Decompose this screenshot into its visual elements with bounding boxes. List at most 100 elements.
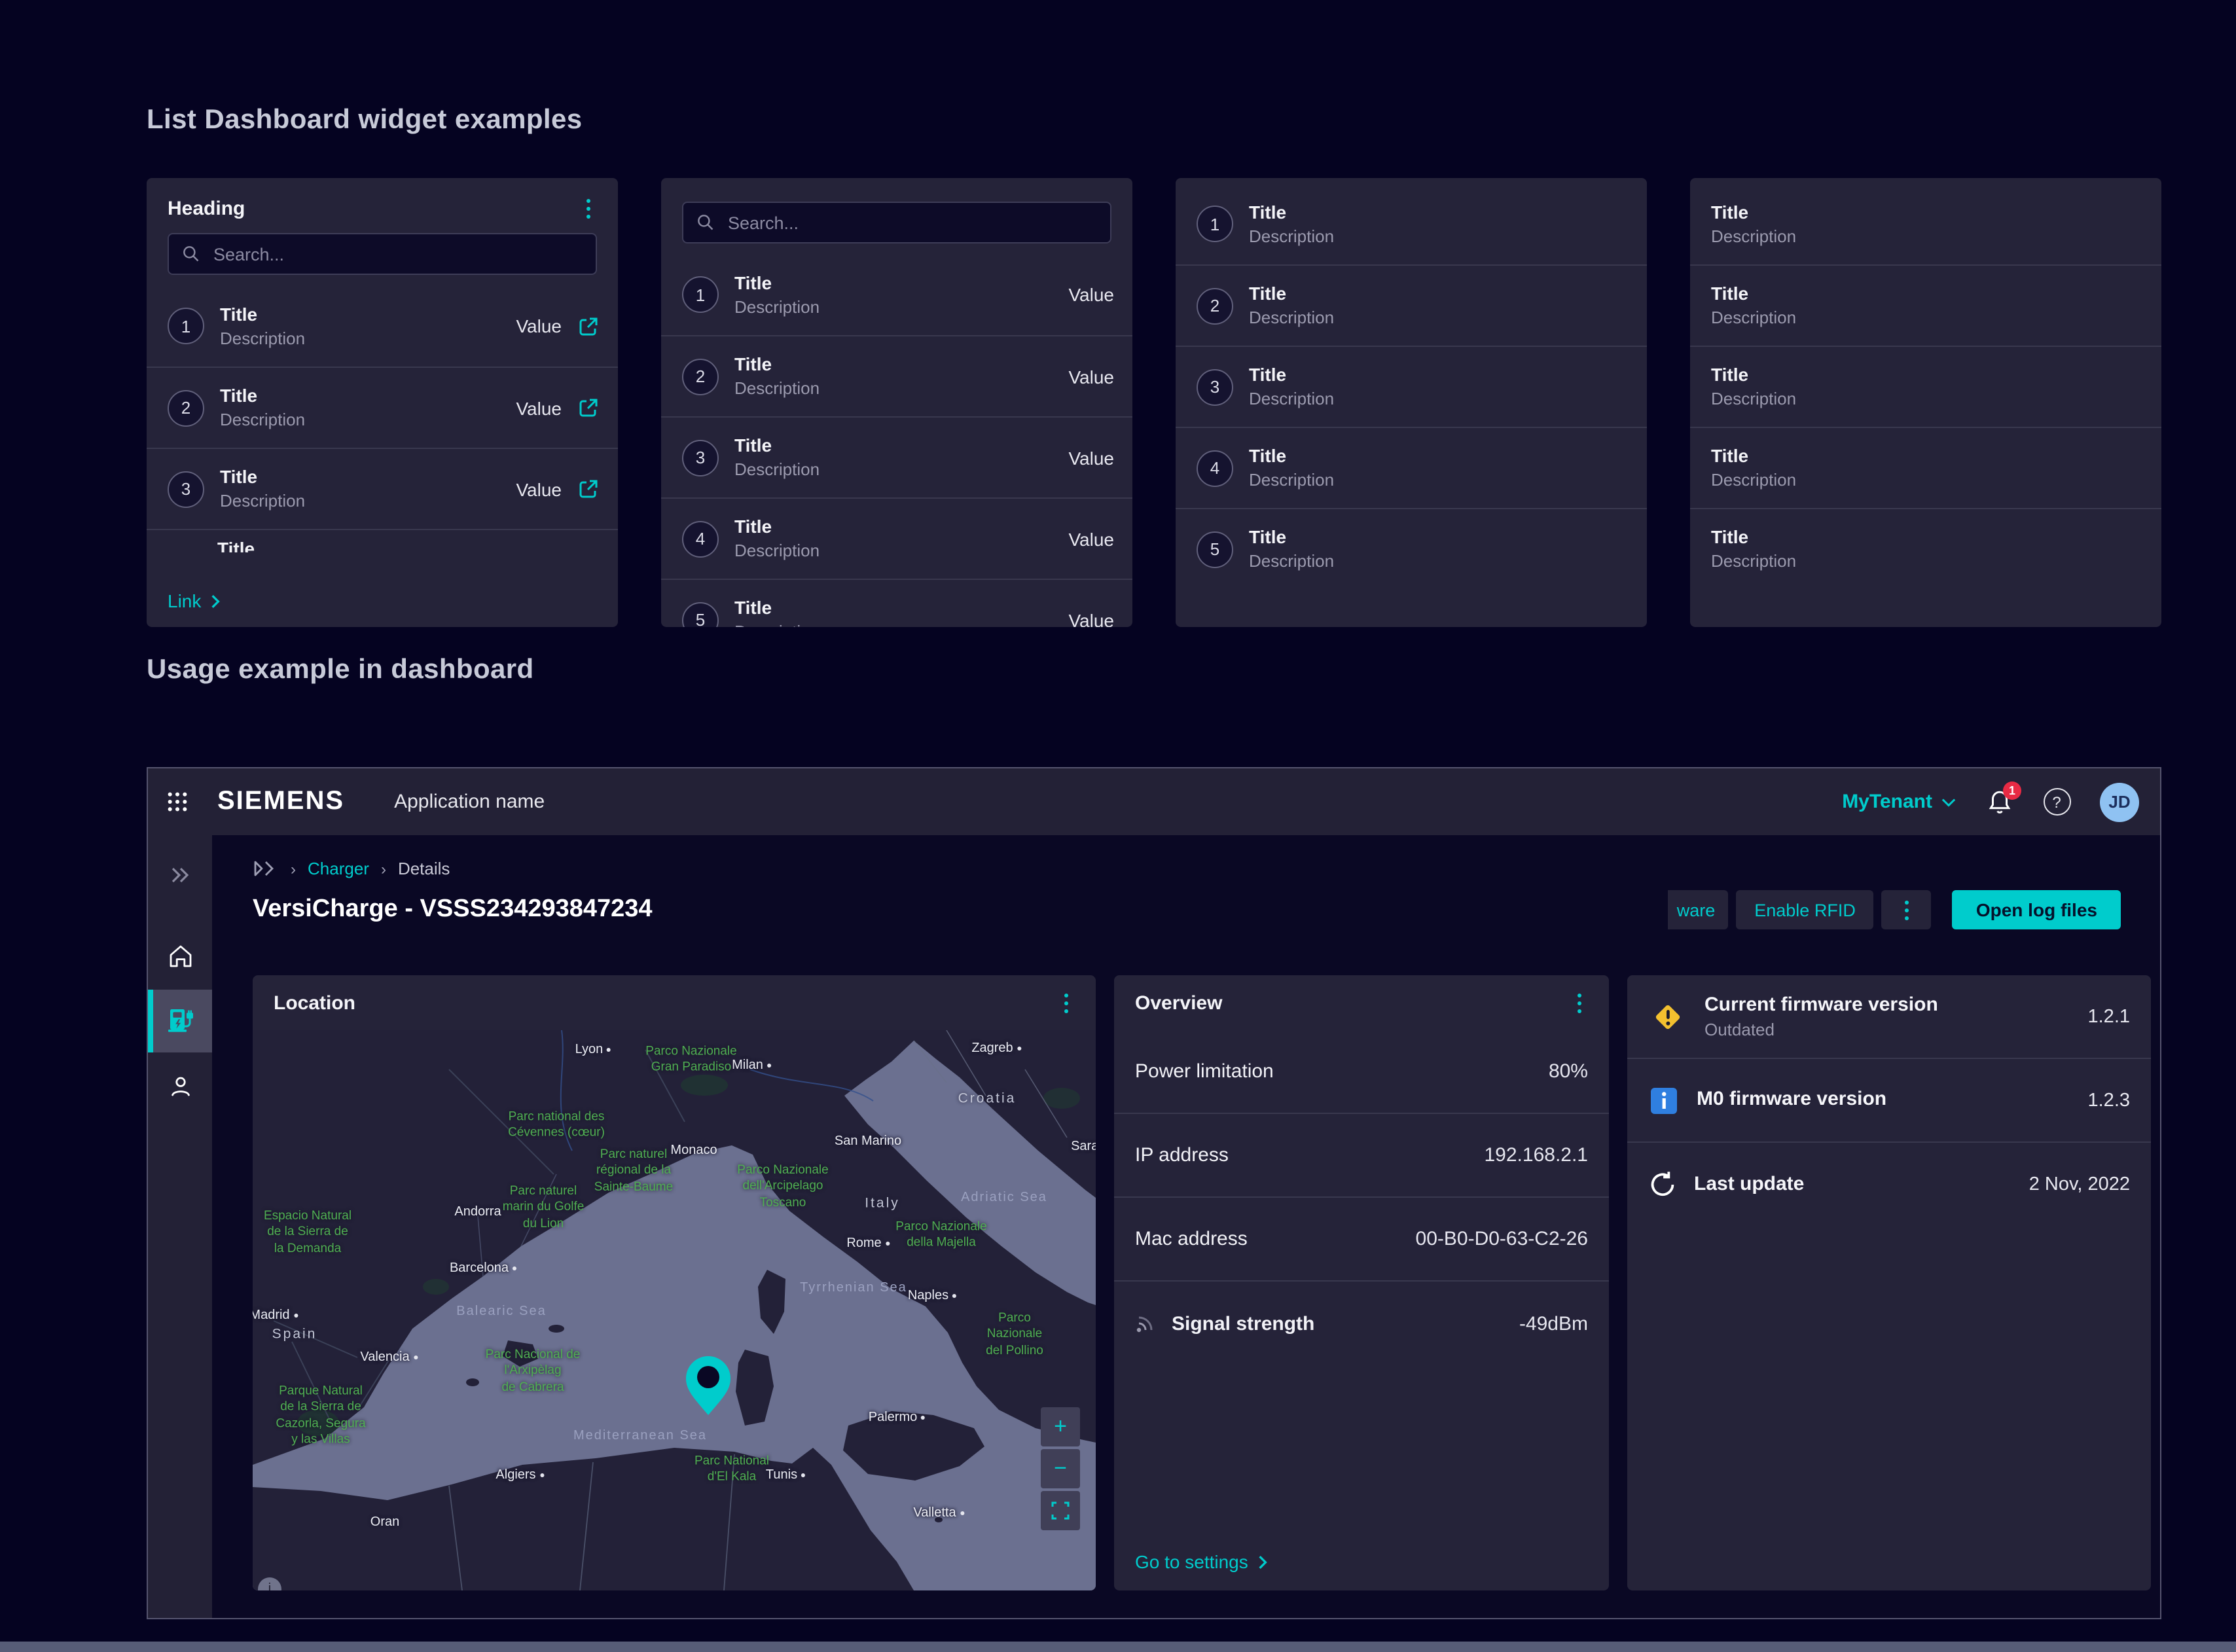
item-title: Title — [1249, 444, 1629, 469]
tenant-selector[interactable]: MyTenant — [1842, 791, 1956, 813]
double-chevron-right-icon — [170, 866, 190, 883]
sidebar-item-chargers[interactable] — [148, 990, 212, 1052]
item-description: Description — [220, 490, 500, 512]
map-zoom-out-button[interactable]: − — [1041, 1449, 1080, 1488]
list-item[interactable]: 5TitleDescription — [1176, 508, 1647, 589]
kebab-menu-icon[interactable] — [1567, 991, 1591, 1015]
list-item[interactable]: 5TitleDescriptionValue — [661, 579, 1132, 627]
item-value: Value — [1068, 284, 1114, 305]
item-title: Title — [1711, 444, 2143, 469]
search-input[interactable] — [725, 211, 1097, 234]
sidebar-expand-button[interactable] — [148, 846, 212, 903]
list-item[interactable]: 3TitleDescription — [1176, 346, 1647, 427]
kebab-menu-icon[interactable] — [1054, 991, 1077, 1015]
page-bottom-strip — [0, 1642, 2236, 1652]
overview-row: Signal strength -49dBm — [1114, 1282, 1609, 1365]
app-header: SIEMENS Application name MyTenant 1 ? — [148, 768, 2160, 835]
search-input[interactable] — [211, 243, 583, 265]
item-value: Value — [1068, 447, 1114, 468]
notifications-button[interactable]: 1 — [1985, 787, 2013, 816]
item-value: Value — [1068, 528, 1114, 549]
list-item[interactable]: 3TitleDescriptionValue — [661, 416, 1132, 497]
update-firmware-button-truncated[interactable]: ware — [1668, 890, 1728, 929]
overview-row-label: Power limitation — [1135, 1060, 1536, 1083]
more-actions-button[interactable] — [1882, 890, 1932, 929]
search-icon — [182, 245, 200, 263]
question-mark-icon: ? — [2043, 788, 2070, 816]
map-zoom-in-button[interactable]: + — [1041, 1407, 1080, 1446]
item-description: Description — [734, 458, 1053, 481]
go-to-settings-link[interactable]: Go to settings — [1135, 1551, 1269, 1572]
item-number-badge: 3 — [168, 471, 204, 507]
fullscreen-icon — [1051, 1501, 1070, 1520]
list-item[interactable]: TitleDescription — [1690, 508, 2161, 589]
map[interactable]: LyonMilanZagrebCroatiaSarajevSan MarinoM… — [253, 1030, 1096, 1590]
open-log-files-button[interactable]: Open log files — [1953, 890, 2121, 929]
item-description: Description — [1249, 306, 1629, 329]
external-link-icon[interactable] — [577, 478, 600, 500]
list-item[interactable]: 4TitleDescription — [1176, 427, 1647, 508]
item-description: Description — [1249, 224, 1629, 247]
item-value: Value — [516, 397, 562, 418]
firmware-row-status: Outdated — [1704, 1018, 2071, 1041]
list-item[interactable]: 1TitleDescription — [1176, 183, 1647, 264]
item-title: Title — [1711, 363, 2143, 388]
item-value: Value — [516, 478, 562, 499]
map-controls: + − — [1041, 1407, 1080, 1530]
item-number-badge: 1 — [168, 308, 204, 344]
item-title: Title — [734, 596, 1053, 621]
sidebar-item-users[interactable] — [148, 1058, 212, 1115]
siemens-logo: SIEMENS — [217, 787, 344, 817]
ev-charger-icon — [164, 1007, 196, 1035]
enable-rfid-button[interactable]: Enable RFID — [1736, 890, 1874, 929]
list-item[interactable]: 2TitleDescriptionValue — [661, 335, 1132, 416]
item-description: Description — [1249, 550, 1629, 573]
user-avatar[interactable]: JD — [2100, 782, 2139, 821]
map-fullscreen-button[interactable] — [1041, 1491, 1080, 1530]
item-title: Title — [1711, 282, 2143, 307]
widget-list: 1TitleDescriptionValue2TitleDescriptionV… — [147, 285, 618, 529]
overview-row: IP address192.168.2.1 — [1114, 1114, 1609, 1198]
item-description: Description — [220, 408, 500, 431]
breadcrumb-apps-icon[interactable] — [253, 860, 279, 877]
breadcrumb-charger[interactable]: Charger — [308, 859, 369, 878]
list-item[interactable]: TitleDescription — [1690, 183, 2161, 264]
firmware-row-label: Last update — [1694, 1172, 2012, 1198]
overview-row-value: -49dBm — [1519, 1312, 1588, 1335]
list-item[interactable]: TitleDescription — [1690, 427, 2161, 508]
refresh-icon — [1648, 1170, 1677, 1199]
overview-card-title: Overview — [1135, 992, 1222, 1014]
item-number-badge: 2 — [168, 389, 204, 426]
list-item[interactable]: TitleDescription — [1690, 264, 2161, 346]
sidebar-item-home[interactable] — [148, 927, 212, 984]
widget-card-numbered: 1TitleDescription2TitleDescription3Title… — [1176, 178, 1647, 627]
list-item[interactable]: 4TitleDescriptionValue — [661, 497, 1132, 579]
list-item[interactable]: 1TitleDescriptionValue — [661, 254, 1132, 335]
external-link-icon[interactable] — [577, 397, 600, 419]
page: List Dashboard widget examples Heading 1… — [0, 0, 2236, 1652]
external-link-icon[interactable] — [577, 315, 600, 337]
item-number-badge: 1 — [682, 276, 719, 313]
chevron-right-icon — [1257, 1554, 1269, 1569]
overview-row-label: Signal strength — [1172, 1312, 1506, 1335]
item-title: Title — [1249, 282, 1629, 307]
clipped-list-item: Title — [147, 529, 618, 552]
widget-heading: Heading — [168, 197, 245, 219]
card-link[interactable]: Link — [168, 590, 221, 611]
firmware-row-value: 2 Nov, 2022 — [2029, 1174, 2130, 1195]
chevron-down-icon — [1941, 797, 1956, 807]
list-item[interactable]: 3TitleDescriptionValue — [147, 448, 618, 529]
kebab-menu-icon[interactable] — [576, 196, 600, 220]
item-number-badge: 5 — [682, 602, 719, 627]
list-item[interactable]: 2 TitleDescription Value — [147, 367, 618, 448]
item-title: Title — [220, 384, 500, 409]
app-switcher-icon[interactable] — [166, 791, 189, 813]
firmware-card: Current firmware versionOutdated1.2.1M0 … — [1627, 975, 2151, 1590]
list-item[interactable]: 1TitleDescriptionValue — [147, 285, 618, 367]
item-number-badge: 4 — [682, 520, 719, 557]
list-item[interactable]: 2TitleDescription — [1176, 264, 1647, 346]
list-item[interactable]: TitleDescription — [1690, 346, 2161, 427]
widget-card-search-values: 1TitleDescriptionValue2TitleDescriptionV… — [661, 178, 1132, 627]
breadcrumb-separator: › — [381, 859, 386, 878]
help-button[interactable]: ? — [2042, 787, 2071, 816]
